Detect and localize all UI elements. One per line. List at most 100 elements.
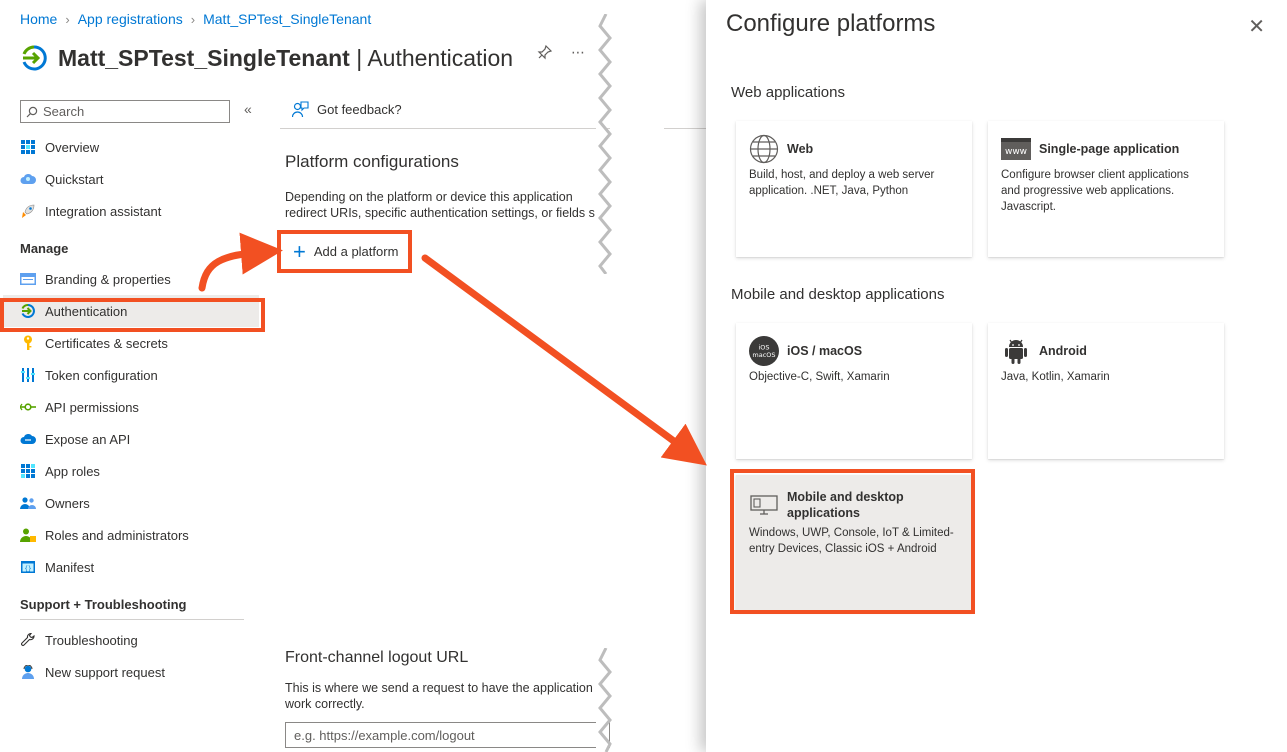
sidebar-item-label: Roles and administrators [45, 527, 189, 543]
description-line: This is where we send a request to have … [285, 681, 593, 695]
card-description: Objective-C, Swift, Xamarin [749, 371, 890, 383]
sidebar-item-label: Expose an API [45, 431, 131, 447]
sidebar-item-new-support-request[interactable]: New support request [0, 656, 262, 688]
panel-title: Configure platforms [726, 10, 936, 37]
ios-macos-icon: iOS macOS [749, 336, 779, 366]
sidebar-item-label: API permissions [45, 399, 139, 415]
search-icon [26, 106, 38, 117]
sidebar-item-integration-assistant[interactable]: Integration assistant [0, 195, 262, 227]
svg-text:www: www [1005, 147, 1027, 157]
sidebar-section-manage: Manage [20, 240, 69, 256]
platform-configurations-description: Depending on the platform or device this… [285, 189, 607, 221]
branding-icon [20, 271, 36, 287]
wrench-icon [20, 632, 36, 648]
sidebar-item-label: Troubleshooting [45, 632, 138, 648]
sidebar-item-expose-api[interactable]: Expose an API [0, 423, 262, 455]
sidebar-item-troubleshooting[interactable]: Troubleshooting [0, 624, 262, 656]
mobile-desktop-heading: Mobile and desktop applications [731, 286, 945, 303]
sidebar-item-label: New support request [45, 664, 165, 680]
sidebar-item-label: Token configuration [45, 367, 158, 383]
search-input[interactable]: Search [20, 100, 230, 123]
front-channel-logout-url-input[interactable]: e.g. https://example.com/logout [285, 722, 610, 748]
collapse-menu-icon[interactable]: « [244, 101, 252, 117]
chevron-right-icon: › [65, 11, 70, 27]
title-actions: ⋯ [537, 44, 585, 61]
authentication-icon [22, 45, 47, 71]
sidebar-item-label: Integration assistant [45, 203, 162, 219]
sidebar-item-manifest[interactable]: {} Manifest [0, 551, 262, 583]
card-title: Single-page application [1039, 142, 1180, 156]
key-icon [20, 335, 36, 351]
plus-icon: + [293, 238, 306, 264]
sidebar-item-owners[interactable]: Owners [0, 487, 262, 519]
toolbar-divider [664, 128, 706, 129]
sidebar-item-roles-administrators[interactable]: Roles and administrators [0, 519, 262, 551]
add-platform-label: Add a platform [313, 244, 399, 259]
sidebar-item-token-configuration[interactable]: Token configuration [0, 359, 262, 391]
sidebar-section-support: Support + Troubleshooting [20, 596, 187, 612]
sidebar-item-quickstart[interactable]: Quickstart [0, 163, 262, 195]
svg-text:{}: {} [24, 566, 31, 573]
breadcrumb: Home › App registrations › Matt_SPTest_S… [20, 11, 371, 27]
add-platform-button[interactable]: + Add a platform [277, 230, 412, 273]
feedback-label: Got feedback? [317, 102, 402, 117]
app-name: Matt_SPTest_SingleTenant [58, 44, 350, 71]
web-applications-heading: Web applications [731, 84, 845, 101]
api-permissions-icon [20, 399, 36, 415]
platform-card-single-page-application[interactable]: www Single-page application Configure br… [988, 121, 1224, 257]
rocket-icon [20, 203, 36, 219]
platform-configurations-heading: Platform configurations [285, 152, 459, 171]
torn-edge-top [596, 14, 612, 274]
configure-platforms-panel: Configure platforms ✕ Web applications W… [706, 0, 1287, 752]
sidebar-item-api-permissions[interactable]: API permissions [0, 391, 262, 423]
feedback-icon [292, 101, 309, 118]
card-description: Build, host, and deploy a web server app… [749, 169, 935, 197]
sidebar-item-app-roles[interactable]: App roles [0, 455, 262, 487]
roles-icon [20, 527, 36, 543]
cloud-icon [20, 171, 36, 187]
token-icon [20, 367, 36, 383]
card-title: Web [787, 142, 814, 156]
title-separator: | [349, 44, 368, 71]
breadcrumb-app-registrations[interactable]: App registrations [78, 11, 183, 27]
platform-card-web[interactable]: Web Build, host, and deploy a web server… [736, 121, 972, 257]
globe-icon [749, 134, 779, 164]
sidebar-item-label: Branding & properties [45, 271, 171, 287]
front-channel-logout-heading: Front-channel logout URL [285, 649, 469, 666]
search-placeholder: Search [43, 104, 85, 119]
sidebar-item-label: Quickstart [45, 171, 104, 187]
section-name: Authentication [367, 44, 514, 71]
chevron-right-icon: › [190, 11, 196, 27]
arrow-to-mobile-desktop-card [421, 254, 707, 466]
android-icon [1001, 336, 1031, 366]
toolbar-divider [280, 128, 610, 129]
pin-icon[interactable] [537, 44, 553, 60]
card-title: Android [1039, 344, 1087, 358]
sidebar-item-label: Owners [45, 495, 90, 511]
card-description: Configure browser client applications an… [1001, 169, 1189, 213]
close-icon[interactable]: ✕ [1248, 14, 1265, 39]
breadcrumb-home[interactable]: Home [20, 11, 57, 27]
sidebar-item-label: Certificates & secrets [45, 335, 168, 351]
cloud-api-icon [20, 431, 36, 447]
sidebar-divider [20, 619, 244, 620]
sidebar: Overview Quickstart Integration assistan… [0, 131, 262, 688]
page-header: Matt_SPTest_SingleTenant | Authenticatio… [20, 36, 513, 80]
sidebar-item-label: Overview [45, 139, 100, 155]
feedback-button[interactable]: Got feedback? [292, 101, 402, 118]
selected-card-highlight-frame [730, 469, 975, 614]
sidebar-item-branding[interactable]: Branding & properties [0, 263, 262, 295]
sidebar-item-overview[interactable]: Overview [0, 131, 262, 163]
description-line: Depending on the platform or device this… [285, 190, 573, 204]
card-title: iOS / macOS [787, 344, 863, 358]
owners-icon [20, 495, 36, 511]
torn-edge-bottom [596, 648, 612, 752]
more-options-icon[interactable]: ⋯ [571, 44, 585, 61]
sidebar-item-label: App roles [45, 463, 100, 479]
browser-www-icon: www [1001, 134, 1031, 164]
breadcrumb-app[interactable]: Matt_SPTest_SingleTenant [203, 11, 371, 27]
platform-card-ios-macos[interactable]: iOS macOS iOS / macOS Objective-C, Swift,… [736, 323, 972, 459]
platform-card-android[interactable]: Android Java, Kotlin, Xamarin [988, 323, 1224, 459]
logout-url-placeholder: e.g. https://example.com/logout [294, 727, 475, 743]
manifest-icon: {} [20, 559, 36, 575]
